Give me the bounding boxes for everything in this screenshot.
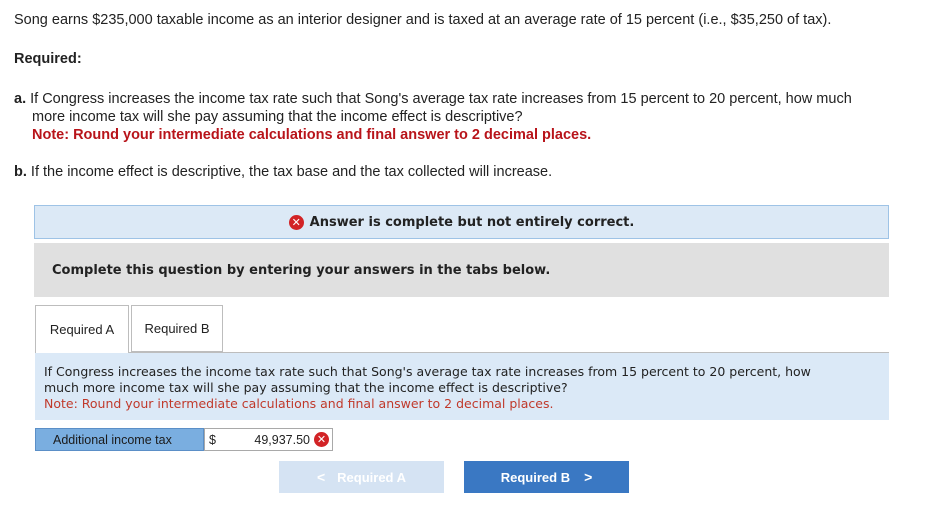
prev-button-label: Required A <box>337 469 407 485</box>
question-intro: Song earns $235,000 taxable income as an… <box>14 12 832 28</box>
part-b: b. If the income effect is descriptive, … <box>14 163 552 181</box>
panel-text-line1: If Congress increases the income tax rat… <box>44 364 811 379</box>
part-a: a. If Congress increases the income tax … <box>14 90 929 144</box>
part-a-text-line1: If Congress increases the income tax rat… <box>30 91 852 107</box>
next-button-label: Required B <box>500 469 571 485</box>
required-heading: Required: <box>14 51 82 67</box>
tab-required-b[interactable]: Required B <box>131 305 223 352</box>
instruction-text: Complete this question by entering your … <box>52 262 551 278</box>
answer-status-bar: ✕ Answer is complete but not entirely co… <box>34 205 889 239</box>
panel-note: Note: Round your intermediate calculatio… <box>44 396 554 411</box>
panel-text-line2: much more income tax will she pay assumi… <box>44 380 568 395</box>
currency-symbol: $ <box>209 432 216 447</box>
answer-value[interactable]: 49,937.50 <box>221 433 314 447</box>
part-a-letter: a. <box>14 91 27 107</box>
additional-income-tax-label: Additional income tax <box>35 428 204 451</box>
x-circle-icon: ✕ <box>288 214 304 230</box>
tab-required-b-label: Required B <box>144 321 210 336</box>
x-circle-icon: ✕ <box>314 432 329 447</box>
chevron-left-icon: < <box>316 469 326 485</box>
additional-income-tax-input[interactable]: $ 49,937.50 ✕ <box>204 428 333 451</box>
tab-required-a-label: Required A <box>49 322 115 337</box>
part-a-text-line2: more income tax will she pay assuming th… <box>32 109 523 125</box>
instruction-box: Complete this question by entering your … <box>34 243 889 297</box>
answer-status-text: Answer is complete but not entirely corr… <box>309 214 635 230</box>
part-b-letter: b. <box>14 164 27 180</box>
part-b-text: If the income effect is descriptive, the… <box>30 164 553 180</box>
chevron-right-icon: > <box>584 469 593 485</box>
prev-required-a-button[interactable]: < Required A <box>279 461 444 493</box>
question-panel: If Congress increases the income tax rat… <box>35 352 889 420</box>
tab-required-a[interactable]: Required A <box>35 305 129 353</box>
next-required-b-button[interactable]: Required B > <box>464 461 629 493</box>
part-a-note: Note: Round your intermediate calculatio… <box>32 127 592 143</box>
answer-label-text: Additional income tax <box>53 432 172 447</box>
